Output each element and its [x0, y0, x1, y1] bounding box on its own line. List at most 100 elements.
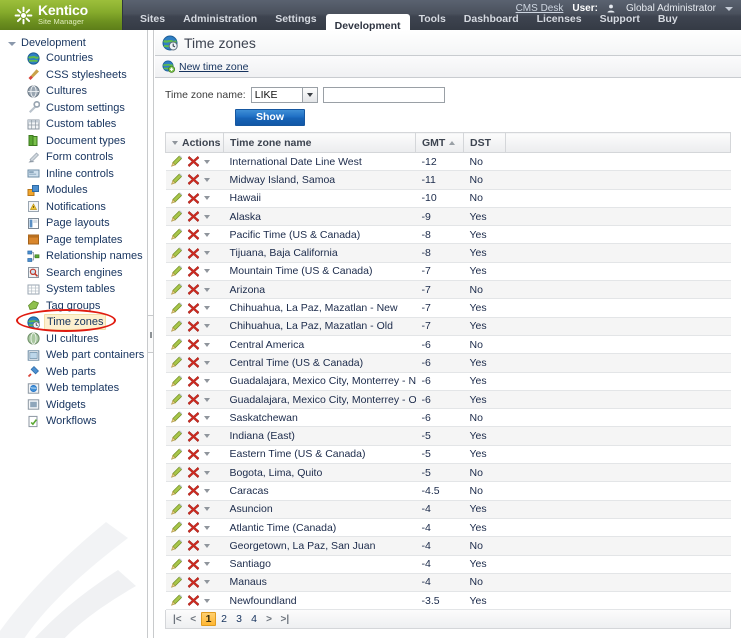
- table-row[interactable]: Central America -6 No: [165, 335, 731, 355]
- red-x-icon[interactable]: [187, 173, 200, 186]
- red-x-icon[interactable]: [187, 356, 200, 369]
- sidebar-item-custom-settings[interactable]: Custom settings: [0, 100, 146, 117]
- red-x-icon[interactable]: [187, 320, 200, 333]
- filter-text-input[interactable]: [322, 87, 445, 103]
- red-x-icon[interactable]: [187, 558, 200, 571]
- chevron-down-icon[interactable]: [203, 287, 210, 292]
- table-row[interactable]: Guadalajara, Mexico City, Monterrey - Ol…: [165, 390, 731, 410]
- table-row[interactable]: Chihuahua, La Paz, Mazatlan - Old -7 Yes: [165, 317, 731, 336]
- table-row[interactable]: Saskatchewan -6 No: [165, 408, 731, 428]
- sidebar-item-cultures[interactable]: Cultures: [0, 83, 146, 100]
- chevron-down-icon[interactable]: [725, 6, 733, 11]
- table-row[interactable]: Arizona -7 No: [165, 280, 731, 300]
- red-x-icon[interactable]: [187, 393, 200, 406]
- new-time-zone-link[interactable]: New time zone: [179, 61, 248, 73]
- red-x-icon[interactable]: [187, 192, 200, 205]
- red-x-icon[interactable]: [187, 576, 200, 589]
- sidebar-item-tag-groups[interactable]: Tag groups: [0, 298, 146, 315]
- table-row[interactable]: Chihuahua, La Paz, Mazatlan - New -7 Yes: [165, 298, 731, 318]
- table-row[interactable]: Atlantic Time (Canada) -4 Yes: [165, 518, 731, 538]
- red-x-icon[interactable]: [187, 466, 200, 479]
- pager-page-4[interactable]: 4: [246, 611, 261, 628]
- red-x-icon[interactable]: [187, 521, 200, 534]
- table-row[interactable]: Guadalajara, Mexico City, Monterrey - Ne…: [165, 372, 731, 391]
- sidebar-item-modules[interactable]: Modules: [0, 182, 146, 199]
- pencil-icon[interactable]: [170, 302, 183, 315]
- sidebar-item-document-types[interactable]: Document types: [0, 133, 146, 150]
- column-header-dst[interactable]: DST: [463, 132, 506, 153]
- sidebar-item-time-zones[interactable]: Time zones: [0, 314, 146, 331]
- nav-tab-tools[interactable]: Tools: [410, 8, 455, 30]
- nav-tab-development[interactable]: Development: [325, 14, 410, 32]
- table-row[interactable]: Georgetown, La Paz, San Juan -4 No: [165, 536, 731, 556]
- table-row[interactable]: Bogota, Lima, Quito -5 No: [165, 463, 731, 483]
- table-row[interactable]: Hawaii -10 No: [165, 189, 731, 208]
- chevron-down-icon[interactable]: [203, 306, 210, 311]
- table-row[interactable]: Santiago -4 Yes: [165, 555, 731, 574]
- red-x-icon[interactable]: [187, 265, 200, 278]
- sidebar-item-page-layouts[interactable]: Page layouts: [0, 215, 146, 232]
- chevron-down-icon[interactable]: [203, 488, 210, 493]
- chevron-down-icon[interactable]: [203, 525, 210, 530]
- chevron-down-icon[interactable]: [203, 159, 210, 164]
- pager-page-1[interactable]: 1: [200, 612, 217, 627]
- collapse-panel-handle[interactable]: [147, 315, 154, 353]
- chevron-down-icon[interactable]: [203, 251, 210, 256]
- nav-tab-administration[interactable]: Administration: [174, 8, 266, 30]
- show-button[interactable]: Show: [235, 109, 305, 126]
- table-row[interactable]: Mountain Time (US & Canada) -7 Yes: [165, 262, 731, 282]
- sidebar-item-ui-cultures[interactable]: UI cultures: [0, 331, 146, 348]
- table-row[interactable]: Central Time (US & Canada) -6 Yes: [165, 353, 731, 373]
- pencil-icon[interactable]: [170, 247, 183, 260]
- chevron-down-icon[interactable]: [203, 470, 210, 475]
- filter-operator-select[interactable]: LIKE: [250, 87, 318, 103]
- sidebar-item-notifications[interactable]: Notifications: [0, 199, 146, 216]
- chevron-down-icon[interactable]: [203, 543, 210, 548]
- pencil-icon[interactable]: [170, 411, 183, 424]
- sidebar-item-custom-tables[interactable]: Custom tables: [0, 116, 146, 133]
- red-x-icon[interactable]: [187, 228, 200, 241]
- pencil-icon[interactable]: [170, 576, 183, 589]
- red-x-icon[interactable]: [187, 375, 200, 388]
- pencil-icon[interactable]: [170, 155, 183, 168]
- table-row[interactable]: Indiana (East) -5 Yes: [165, 426, 731, 446]
- chevron-down-icon[interactable]: [203, 434, 210, 439]
- pager-page-2[interactable]: 2: [216, 611, 231, 628]
- red-x-icon[interactable]: [187, 247, 200, 260]
- pager-last[interactable]: >|: [276, 611, 293, 628]
- chevron-down-icon[interactable]: [203, 580, 210, 585]
- sidebar-item-search-engines[interactable]: Search engines: [0, 265, 146, 282]
- pencil-icon[interactable]: [170, 356, 183, 369]
- pencil-icon[interactable]: [170, 521, 183, 534]
- table-row[interactable]: Tijuana, Baja California -8 Yes: [165, 243, 731, 263]
- pencil-icon[interactable]: [170, 375, 183, 388]
- chevron-down-icon[interactable]: [203, 214, 210, 219]
- red-x-icon[interactable]: [187, 283, 200, 296]
- chevron-down-icon[interactable]: [172, 140, 178, 145]
- sidebar-item-page-templates[interactable]: Page templates: [0, 232, 146, 249]
- chevron-down-icon[interactable]: [203, 232, 210, 237]
- pager-page-3[interactable]: 3: [231, 611, 246, 628]
- pencil-icon[interactable]: [170, 228, 183, 241]
- pencil-icon[interactable]: [170, 503, 183, 516]
- sidebar-item-web-parts[interactable]: Web parts: [0, 364, 146, 381]
- triangle-collapse-icon[interactable]: [8, 39, 17, 48]
- cms-desk-link[interactable]: CMS Desk: [516, 3, 564, 14]
- nav-tab-sites[interactable]: Sites: [131, 8, 174, 30]
- chevron-down-icon[interactable]: [203, 379, 210, 384]
- brand-logo[interactable]: Kentico Site Manager: [0, 0, 123, 30]
- pencil-icon[interactable]: [170, 466, 183, 479]
- pencil-icon[interactable]: [170, 558, 183, 571]
- chevron-down-icon[interactable]: [203, 397, 210, 402]
- sidebar-item-css-stylesheets[interactable]: CSS stylesheets: [0, 67, 146, 84]
- chevron-down-icon[interactable]: [203, 324, 210, 329]
- table-row[interactable]: International Date Line West -12 No: [165, 152, 731, 172]
- sidebar-item-web-part-containers[interactable]: Web part containers: [0, 347, 146, 364]
- nav-tab-settings[interactable]: Settings: [266, 8, 325, 30]
- chevron-down-icon[interactable]: [203, 507, 210, 512]
- column-header-gmt[interactable]: GMT: [415, 132, 464, 153]
- pencil-icon[interactable]: [170, 173, 183, 186]
- red-x-icon[interactable]: [187, 302, 200, 315]
- chevron-down-icon[interactable]: [203, 415, 210, 420]
- red-x-icon[interactable]: [187, 155, 200, 168]
